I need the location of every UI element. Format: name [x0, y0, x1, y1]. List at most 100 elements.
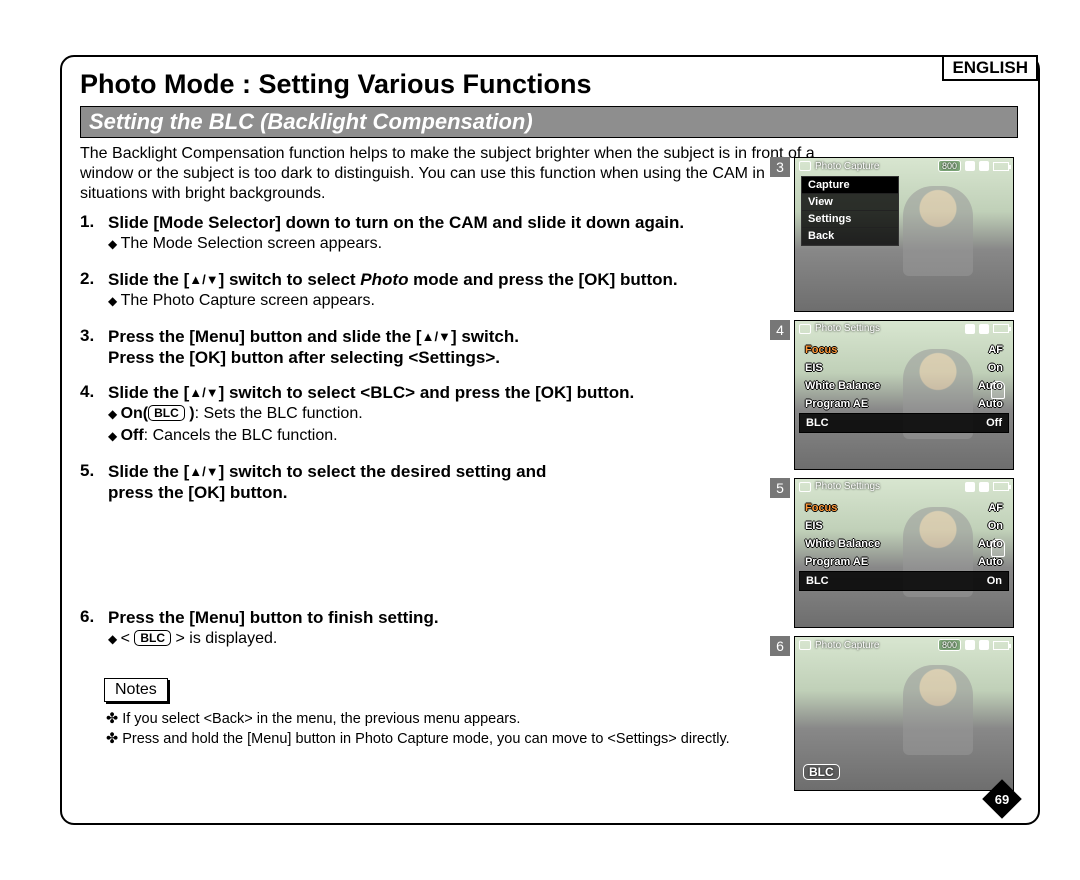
page-frame: Photo Mode : Setting Various Functions S… — [60, 55, 1040, 825]
status-bar: Photo Settings — [795, 321, 1013, 336]
step-main: Press the [Menu] button and slide the [▲… — [108, 326, 800, 347]
status-bar: Photo Capture 800 — [795, 158, 1013, 174]
settings-row[interactable]: White BalanceAuto — [799, 535, 1009, 553]
camera-icon — [799, 324, 811, 334]
step-main-2: press the [OK] button. — [108, 482, 800, 503]
settings-row[interactable]: EISOn — [799, 359, 1009, 377]
settings-row[interactable]: BLCOff — [799, 413, 1009, 433]
section-bar: Setting the BLC (Backlight Compensation) — [80, 106, 1018, 138]
settings-list: Focus AF EISOnWhite BalanceAuto Program AE A… — [799, 341, 1009, 433]
step-1: 1. Slide [Mode Selector] down to turn on… — [80, 212, 800, 255]
notes-list: If you select <Back> in the menu, the pr… — [106, 710, 826, 749]
blc-overlay-icon: BLC — [803, 764, 840, 780]
screen-photo-capture-menu: Photo Capture 800 Capture View Settings … — [794, 157, 1014, 312]
notes-label: Notes — [104, 678, 168, 702]
status-icon — [979, 161, 989, 171]
screenshot-number: 6 — [770, 636, 790, 656]
status-icon — [965, 161, 975, 171]
settings-value: Auto — [978, 556, 1003, 568]
updown-icon: ▲/▼ — [189, 385, 218, 400]
step-4: 4. Slide the [▲/▼] switch to select <BLC… — [80, 382, 800, 446]
menu-item-back[interactable]: Back — [802, 228, 898, 245]
resolution-badge: 800 — [938, 639, 961, 651]
page-number: 69 — [988, 785, 1016, 813]
note-item: If you select <Back> in the menu, the pr… — [106, 710, 826, 730]
settings-value: On — [987, 575, 1002, 587]
blc-icon: BLC — [148, 405, 185, 421]
status-bar: Photo Settings — [795, 479, 1013, 494]
screenshot-6: 6 Photo Capture 800 BLC — [770, 636, 1014, 791]
screenshot-number: 5 — [770, 478, 790, 498]
step-main: Slide [Mode Selector] down to turn on th… — [108, 212, 800, 233]
camera-icon — [799, 482, 811, 492]
screenshot-4: 4 Photo Settings FocusAFEISOnWhite Balan… — [770, 320, 1014, 470]
settings-key: Focus — [805, 344, 837, 356]
screenshot-3: 3 Photo Capture 800 Capture View Setting… — [770, 157, 1014, 312]
status-icon — [979, 482, 989, 492]
step-number: 1. — [80, 212, 108, 232]
settings-row[interactable]: EISOn — [799, 517, 1009, 535]
screenshot-5: 5 Photo Settings FocusAFEISOnWhite Balan… — [770, 478, 1014, 628]
step-main: Slide the [▲/▼] switch to select Photo m… — [108, 269, 800, 290]
language-tag: ENGLISH — [942, 55, 1038, 81]
battery-icon — [993, 162, 1009, 171]
status-icon — [979, 324, 989, 334]
settings-row[interactable]: Program AE Auto — [799, 395, 1009, 413]
battery-icon — [993, 324, 1009, 333]
settings-row[interactable]: Focus AF — [799, 341, 1009, 359]
settings-value: AF — [988, 344, 1003, 356]
screen-photo-capture-blc: Photo Capture 800 BLC — [794, 636, 1014, 791]
status-bar: Photo Capture 800 — [795, 637, 1013, 653]
menu-item-settings[interactable]: Settings — [802, 211, 898, 228]
step-main-2: Press the [OK] button after selecting <S… — [108, 347, 800, 368]
menu-item-view[interactable]: View — [802, 194, 898, 211]
intro-text: The Backlight Compensation function help… — [80, 144, 820, 204]
steps-list-cont: 6. Press the [Menu] button to finish set… — [80, 607, 800, 650]
step-2: 2. Slide the [▲/▼] switch to select Phot… — [80, 269, 800, 312]
screen-photo-settings-blc-off: Photo Settings FocusAFEISOnWhite Balance… — [794, 320, 1014, 470]
step-main: Slide the [▲/▼] switch to select the des… — [108, 461, 800, 482]
step-3: 3. Press the [Menu] button and slide the… — [80, 326, 800, 369]
resolution-badge: 800 — [938, 160, 961, 172]
step-sub-off: Off: Cancels the BLC function. — [108, 425, 800, 447]
battery-icon — [993, 482, 1009, 491]
eis-hand-icon — [991, 539, 1005, 557]
status-icon — [965, 324, 975, 334]
steps-list: 1. Slide [Mode Selector] down to turn on… — [80, 212, 800, 503]
photo-subject — [903, 186, 973, 276]
step-5: 5. Slide the [▲/▼] switch to select the … — [80, 461, 800, 504]
screenshot-column: 3 Photo Capture 800 Capture View Setting… — [770, 157, 1014, 799]
settings-key: Focus — [805, 502, 837, 514]
step-number: 5. — [80, 461, 108, 481]
settings-key: Program AE — [805, 398, 868, 410]
step-sub: < BLC > is displayed. — [108, 628, 800, 650]
settings-row[interactable]: Program AE Auto — [799, 553, 1009, 571]
settings-row[interactable]: Focus AF — [799, 499, 1009, 517]
step-sub-on: On(BLC ): Sets the BLC function. — [108, 403, 800, 425]
step-sub: The Mode Selection screen appears. — [108, 233, 800, 255]
settings-key: BLC — [806, 575, 829, 587]
blc-icon: BLC — [134, 630, 171, 646]
screen-title: Photo Settings — [815, 323, 961, 334]
step-main: Press the [Menu] button to finish settin… — [108, 607, 800, 628]
settings-value: Auto — [978, 398, 1003, 410]
settings-key: EIS — [805, 520, 823, 532]
screen-title: Photo Capture — [815, 640, 934, 651]
step-number: 6. — [80, 607, 108, 627]
battery-icon — [993, 641, 1009, 650]
page-number-badge: 69 — [988, 785, 1016, 813]
status-icon — [965, 482, 975, 492]
settings-key: White Balance — [805, 380, 880, 392]
settings-row[interactable]: BLC On — [799, 571, 1009, 591]
step-number: 2. — [80, 269, 108, 289]
settings-value: On — [988, 362, 1003, 374]
settings-key: Program AE — [805, 556, 868, 568]
menu-item-capture[interactable]: Capture — [802, 177, 898, 194]
camera-icon — [799, 161, 811, 171]
updown-icon: ▲/▼ — [422, 329, 451, 344]
status-icon — [965, 640, 975, 650]
settings-row[interactable]: White BalanceAuto — [799, 377, 1009, 395]
status-icon — [979, 640, 989, 650]
settings-value: AF — [988, 502, 1003, 514]
screenshot-number: 3 — [770, 157, 790, 177]
